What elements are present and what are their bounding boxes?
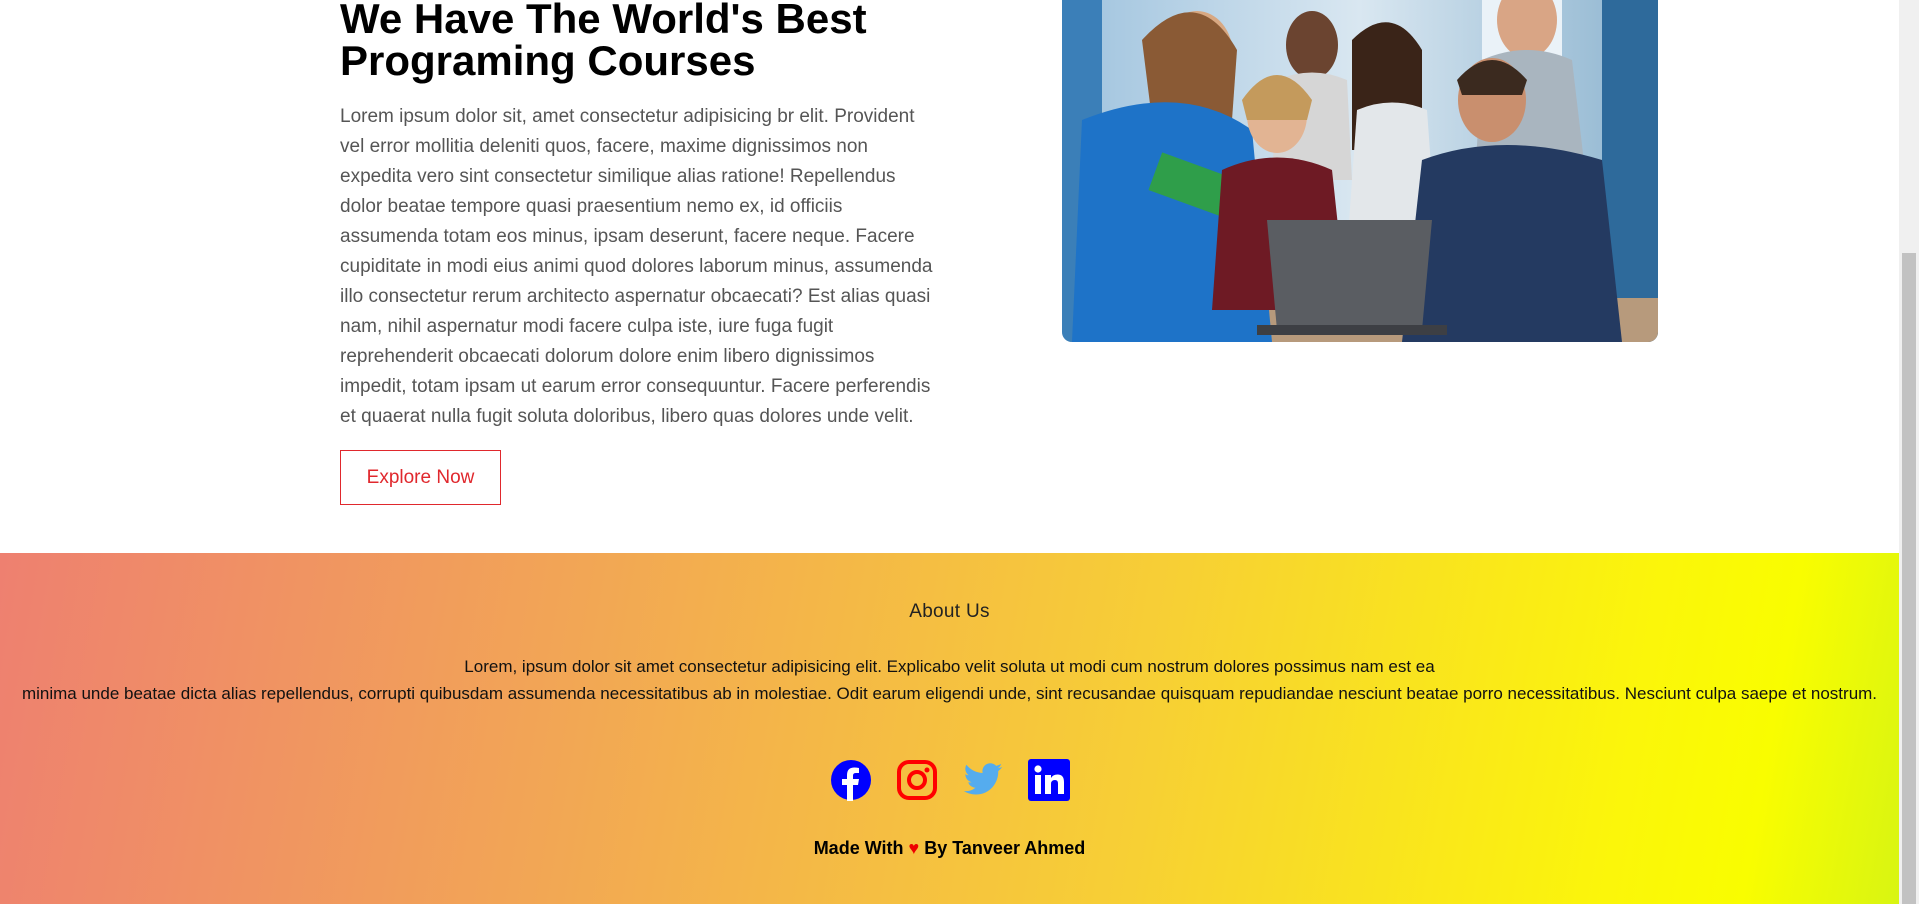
linkedin-link[interactable] — [1027, 759, 1070, 801]
scrollbar-thumb[interactable] — [1902, 253, 1916, 904]
twitter-icon — [963, 763, 1002, 795]
instagram-link[interactable] — [896, 759, 938, 801]
vertical-scrollbar[interactable] — [1899, 0, 1919, 904]
social-links — [0, 759, 1899, 803]
hero-title-line2: Programing Courses — [340, 37, 756, 84]
footer-text-line2: minima unde beatae dicta alias repellend… — [21, 684, 1878, 703]
footer: About Us Lorem, ipsum dolor sit amet con… — [0, 553, 1899, 904]
hero-paragraph: Lorem ipsum dolor sit, amet consectetur … — [340, 106, 933, 427]
hero-team-photo — [1062, 0, 1658, 342]
heart-icon: ♥ — [908, 838, 920, 858]
footer-text: Lorem, ipsum dolor sit amet consectetur … — [10, 653, 1889, 707]
facebook-link[interactable] — [830, 759, 872, 801]
made-with-credit: Made With ♥ By Tanveer Ahmed — [0, 838, 1899, 859]
twitter-link[interactable] — [962, 759, 1004, 801]
linkedin-icon — [1027, 759, 1070, 801]
footer-text-line1: Lorem, ipsum dolor sit amet consectetur … — [464, 657, 1435, 676]
explore-now-button[interactable]: Explore Now — [340, 450, 501, 505]
hero-title-line1: We Have The World's Best — [340, 0, 867, 42]
hero-title: We Have The World's Best Programing Cour… — [340, 0, 940, 82]
made-with-suffix: By Tanveer Ahmed — [924, 838, 1086, 858]
hero-section: We Have The World's Best Programing Cour… — [0, 0, 1899, 553]
footer-title: About Us — [909, 601, 990, 622]
page: We Have The World's Best Programing Cour… — [0, 0, 1899, 904]
instagram-icon — [896, 760, 937, 800]
facebook-icon — [830, 760, 871, 801]
made-with-prefix: Made With — [813, 838, 904, 858]
